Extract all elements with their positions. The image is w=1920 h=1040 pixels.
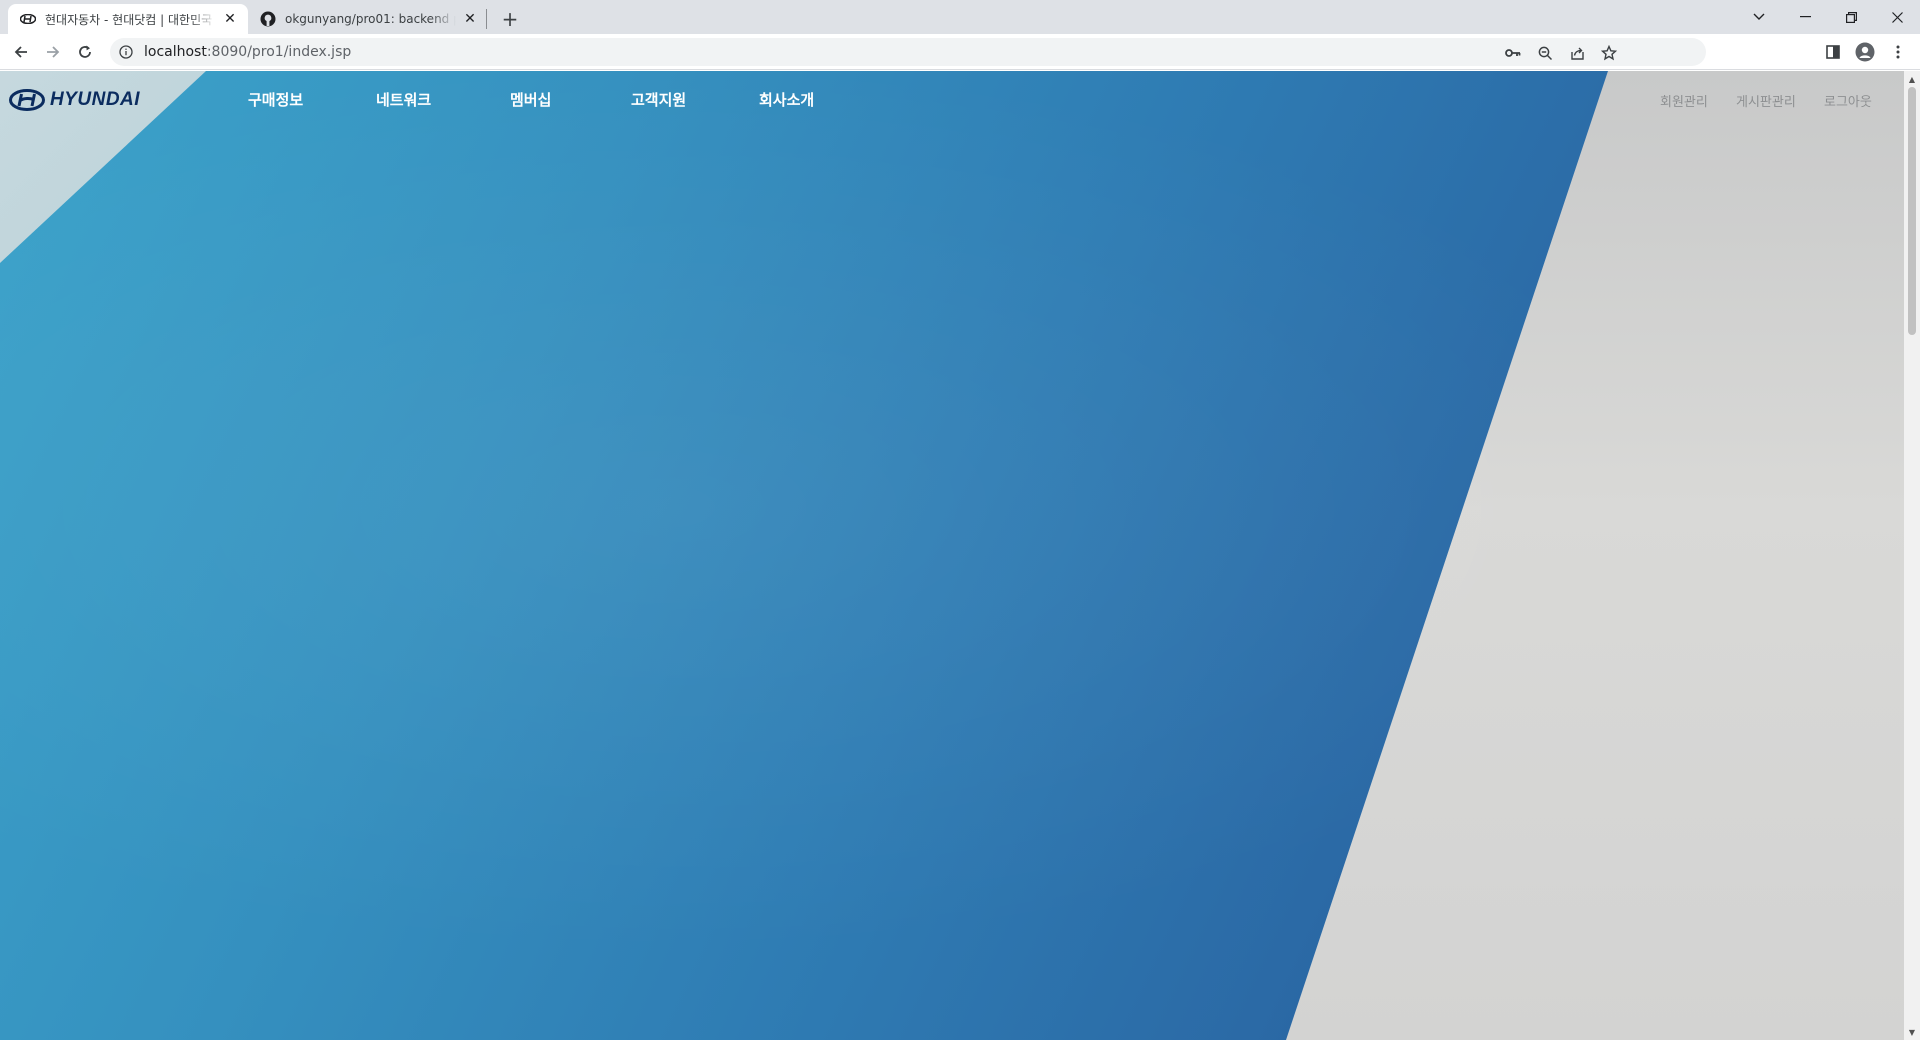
logo-text: HYUNDAI — [50, 89, 141, 110]
browser-toolbar: localhost:8090/pro1/index.jsp — [0, 34, 1920, 70]
close-window-icon[interactable] — [1874, 0, 1920, 34]
nav-membership[interactable]: 멤버십 — [510, 89, 551, 110]
github-icon — [260, 11, 276, 27]
close-tab-icon[interactable]: ✕ — [462, 11, 478, 27]
profile-avatar-icon[interactable] — [1855, 42, 1875, 62]
zoom-icon[interactable] — [1536, 44, 1554, 62]
nav-company-intro[interactable]: 회사소개 — [759, 89, 814, 110]
url-host: localhost — [144, 44, 207, 60]
share-icon[interactable] — [1568, 44, 1586, 62]
reload-button[interactable] — [71, 38, 99, 66]
tab-search-icon[interactable] — [1736, 0, 1782, 34]
url-text: localhost:8090/pro1/index.jsp — [144, 44, 351, 60]
minimize-icon[interactable] — [1782, 0, 1828, 34]
tab-title: okgunyang/pro01: backend project — [285, 12, 456, 26]
browser-tab-strip: 현대자동차 - 현대닷컴 | 대한민국 ✕ okgunyang/pro01: b… — [0, 0, 1920, 34]
page-scrollbar[interactable]: ▲ ▼ — [1904, 71, 1920, 1040]
hyundai-logo[interactable]: HYUNDAI — [9, 89, 140, 111]
site-info-icon[interactable] — [118, 44, 134, 60]
restore-icon[interactable] — [1828, 0, 1874, 34]
nav-purchase-info[interactable]: 구매정보 — [248, 89, 303, 110]
password-key-icon[interactable] — [1504, 44, 1522, 62]
address-bar[interactable]: localhost:8090/pro1/index.jsp — [110, 38, 1706, 66]
bookmark-star-icon[interactable] — [1600, 44, 1618, 62]
browser-menu-icon[interactable] — [1888, 42, 1908, 62]
scroll-up-arrow-icon[interactable]: ▲ — [1904, 71, 1920, 87]
tab-github[interactable]: okgunyang/pro01: backend project ✕ — [248, 4, 488, 34]
hyundai-icon — [20, 11, 36, 27]
member-management-link[interactable]: 회원관리 — [1660, 91, 1708, 110]
new-tab-button[interactable]: + — [497, 6, 523, 32]
board-management-link[interactable]: 게시판관리 — [1736, 91, 1796, 110]
hero-right-panel — [1286, 71, 1904, 1040]
forward-button[interactable] — [39, 38, 67, 66]
tab-separator — [486, 9, 487, 29]
side-panel-icon[interactable] — [1823, 42, 1843, 62]
site-header: HYUNDAI 구매정보 네트워크 멤버십 고객지원 회사소개 회원관리 게시판… — [0, 71, 1904, 131]
scrollbar-thumb[interactable] — [1908, 87, 1916, 335]
back-button[interactable] — [7, 38, 35, 66]
tab-hyundai[interactable]: 현대자동차 - 현대닷컴 | 대한민국 ✕ — [8, 4, 248, 34]
nav-network[interactable]: 네트워크 — [376, 89, 431, 110]
nav-customer-support[interactable]: 고객지원 — [631, 89, 686, 110]
url-path: :8090/pro1/index.jsp — [206, 44, 352, 60]
tab-title: 현대자동차 - 현대닷컴 | 대한민국 — [45, 12, 213, 27]
close-tab-icon[interactable]: ✕ — [222, 11, 238, 27]
scroll-down-arrow-icon[interactable]: ▼ — [1904, 1024, 1920, 1040]
logout-link[interactable]: 로그아웃 — [1824, 91, 1872, 110]
hyundai-emblem-icon — [9, 89, 45, 111]
page-viewport: HYUNDAI 구매정보 네트워크 멤버십 고객지원 회사소개 회원관리 게시판… — [0, 71, 1904, 1040]
